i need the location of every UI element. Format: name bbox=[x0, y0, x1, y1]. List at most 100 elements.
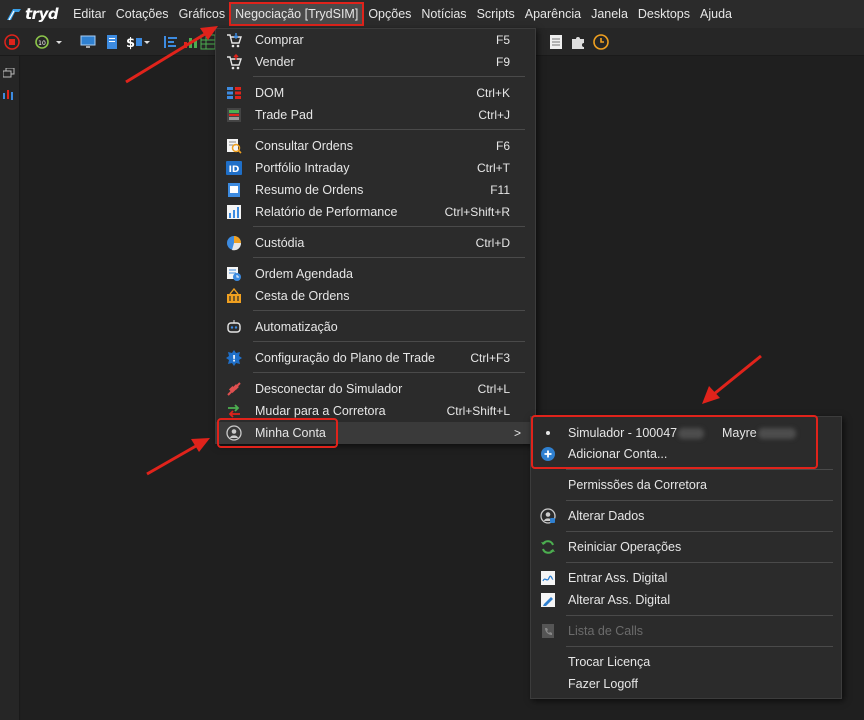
menu-aparencia[interactable]: Aparência bbox=[520, 3, 586, 25]
menu-noticias[interactable]: Notícias bbox=[416, 3, 471, 25]
buy-cart-icon bbox=[227, 33, 242, 48]
menu-item-portfolio-intraday[interactable]: ID Portfólio Intraday Ctrl+T bbox=[216, 157, 535, 179]
submenu-item-label: Lista de Calls bbox=[568, 624, 644, 638]
negociacao-dropdown-menu: Comprar F5 Vender F9 DOM Ctrl+K Trade Pa… bbox=[215, 28, 536, 444]
menu-negociacao[interactable]: Negociação [TrydSIM] bbox=[229, 2, 365, 26]
refresh-timer-icon[interactable]: 10 bbox=[34, 34, 50, 50]
stop-record-icon[interactable] bbox=[4, 34, 20, 50]
submenu-item-reiniciar-operacoes[interactable]: Reiniciar Operações bbox=[531, 536, 841, 558]
menu-item-dom[interactable]: DOM Ctrl+K bbox=[216, 82, 535, 104]
submenu-item-alterar-ass-digital[interactable]: Alterar Ass. Digital bbox=[531, 589, 841, 611]
menu-item-label: Desconectar do Simulador bbox=[255, 382, 403, 396]
redacted-text bbox=[678, 428, 705, 440]
refresh-icon bbox=[541, 540, 555, 554]
menu-separator bbox=[253, 310, 525, 311]
shortcut-label: Ctrl+Shift+R bbox=[444, 205, 510, 219]
menu-bar: tryd Editar Cotações Gráficos Negociação… bbox=[0, 0, 864, 28]
submenu-item-alterar-dados[interactable]: Alterar Dados bbox=[531, 505, 841, 527]
submenu-item-fazer-logoff[interactable]: Fazer Logoff bbox=[531, 673, 841, 695]
menu-item-label: Minha Conta bbox=[255, 426, 326, 440]
menu-ajuda[interactable]: Ajuda bbox=[695, 3, 737, 25]
submenu-item-label: Permissões da Corretora bbox=[568, 478, 707, 492]
menu-item-label: Cesta de Ordens bbox=[255, 289, 350, 303]
menu-item-label: Ordem Agendada bbox=[255, 267, 353, 281]
menu-item-minha-conta[interactable]: Minha Conta > bbox=[216, 422, 535, 444]
menu-item-resumo-ordens[interactable]: Resumo de Ordens F11 bbox=[216, 179, 535, 201]
menu-item-label: Portfólio Intraday bbox=[255, 161, 350, 175]
menu-item-label: Resumo de Ordens bbox=[255, 183, 364, 197]
menu-scripts[interactable]: Scripts bbox=[472, 3, 520, 25]
notes-icon[interactable] bbox=[548, 34, 564, 50]
menu-item-trade-pad[interactable]: Trade Pad Ctrl+J bbox=[216, 104, 535, 126]
submenu-item-trocar-licenca[interactable]: Trocar Licença bbox=[531, 651, 841, 673]
dollar-dropdown-icon[interactable]: $ bbox=[126, 34, 150, 50]
menu-separator bbox=[566, 562, 833, 563]
restore-window-icon[interactable] bbox=[3, 68, 15, 78]
menu-item-comprar[interactable]: Comprar F5 bbox=[216, 29, 535, 51]
menu-desktops[interactable]: Desktops bbox=[633, 3, 695, 25]
app-logo[interactable]: tryd bbox=[0, 0, 68, 28]
submenu-item-entrar-ass-digital[interactable]: Entrar Ass. Digital bbox=[531, 567, 841, 589]
app-logo-text: tryd bbox=[25, 5, 59, 23]
menu-separator bbox=[253, 372, 525, 373]
menu-graficos[interactable]: Gráficos bbox=[174, 3, 231, 25]
menu-editar[interactable]: Editar bbox=[68, 3, 111, 25]
menu-item-automatizacao[interactable]: Automatização bbox=[216, 316, 535, 338]
shortcut-label: Ctrl+Shift+L bbox=[446, 404, 510, 418]
shortcut-label: F11 bbox=[490, 183, 510, 197]
document-icon[interactable] bbox=[104, 34, 120, 50]
performance-report-icon bbox=[227, 205, 241, 219]
menu-item-label: Mudar para a Corretora bbox=[255, 404, 386, 418]
robot-icon bbox=[227, 320, 241, 333]
menu-separator bbox=[253, 341, 525, 342]
phone-list-icon bbox=[542, 624, 554, 638]
menu-item-relatorio-performance[interactable]: Relatório de Performance Ctrl+Shift+R bbox=[216, 201, 535, 223]
chart-bars-icon[interactable] bbox=[182, 34, 198, 50]
menu-separator bbox=[566, 469, 833, 470]
menu-item-vender[interactable]: Vender F9 bbox=[216, 51, 535, 73]
submenu-item-adicionar-conta[interactable]: Adicionar Conta... bbox=[531, 443, 841, 465]
menu-opcoes[interactable]: Opções bbox=[363, 3, 416, 25]
menu-item-ordem-agendada[interactable]: Ordem Agendada bbox=[216, 263, 535, 285]
shortcut-label: F9 bbox=[495, 55, 510, 69]
dom-book-icon bbox=[227, 87, 241, 99]
grid-icon[interactable] bbox=[200, 34, 216, 50]
menu-item-mudar-corretora[interactable]: Mudar para a Corretora Ctrl+Shift+L bbox=[216, 400, 535, 422]
submenu-item-lista-calls: Lista de Calls bbox=[531, 620, 841, 642]
menu-item-desconectar-simulador[interactable]: Desconectar do Simulador Ctrl+L bbox=[216, 378, 535, 400]
shortcut-label: F6 bbox=[495, 139, 510, 153]
menu-item-cesta-ordens[interactable]: Cesta de Ordens bbox=[216, 285, 535, 307]
align-list-icon[interactable] bbox=[163, 34, 179, 50]
submenu-item-permissoes-corretora[interactable]: Permissões da Corretora bbox=[531, 474, 841, 496]
menu-cotacoes[interactable]: Cotações bbox=[111, 3, 174, 25]
monitor-icon[interactable] bbox=[80, 34, 96, 50]
submenu-arrow-icon: > bbox=[513, 426, 521, 440]
account-item-simulador[interactable]: Simulador - 100047 Mayre bbox=[531, 422, 841, 444]
submenu-item-label: Alterar Ass. Digital bbox=[568, 593, 671, 607]
menu-item-label: Custódia bbox=[255, 236, 305, 250]
menu-separator bbox=[566, 615, 833, 616]
sell-cart-icon bbox=[227, 54, 242, 70]
menu-item-label: Trade Pad bbox=[255, 108, 313, 122]
svg-text:10: 10 bbox=[38, 40, 46, 47]
candles-icon[interactable] bbox=[2, 88, 16, 102]
shortcut-label: Ctrl+L bbox=[477, 382, 510, 396]
edit-signature-icon bbox=[541, 593, 555, 607]
trade-pad-icon bbox=[227, 108, 241, 122]
submenu-item-label: Entrar Ass. Digital bbox=[568, 571, 668, 585]
menu-separator bbox=[253, 129, 525, 130]
menu-janela[interactable]: Janela bbox=[586, 3, 633, 25]
svg-text:$: $ bbox=[126, 36, 135, 50]
svg-text:ID: ID bbox=[229, 165, 240, 175]
menu-item-label: Consultar Ordens bbox=[255, 139, 353, 153]
menu-item-label: Vender bbox=[255, 55, 295, 69]
menu-item-configuracao-plano-trade[interactable]: ! Configuração do Plano de Trade Ctrl+F3 bbox=[216, 347, 535, 369]
menu-separator bbox=[253, 226, 525, 227]
menu-item-consultar-ordens[interactable]: Consultar Ordens F6 bbox=[216, 135, 535, 157]
clock-icon[interactable] bbox=[593, 34, 609, 50]
menu-separator bbox=[253, 257, 525, 258]
account-name: Mayre bbox=[722, 426, 757, 440]
menu-item-custodia[interactable]: Custódia Ctrl+D bbox=[216, 232, 535, 254]
puzzle-icon[interactable] bbox=[570, 34, 586, 50]
chevron-down-icon[interactable] bbox=[54, 34, 64, 50]
